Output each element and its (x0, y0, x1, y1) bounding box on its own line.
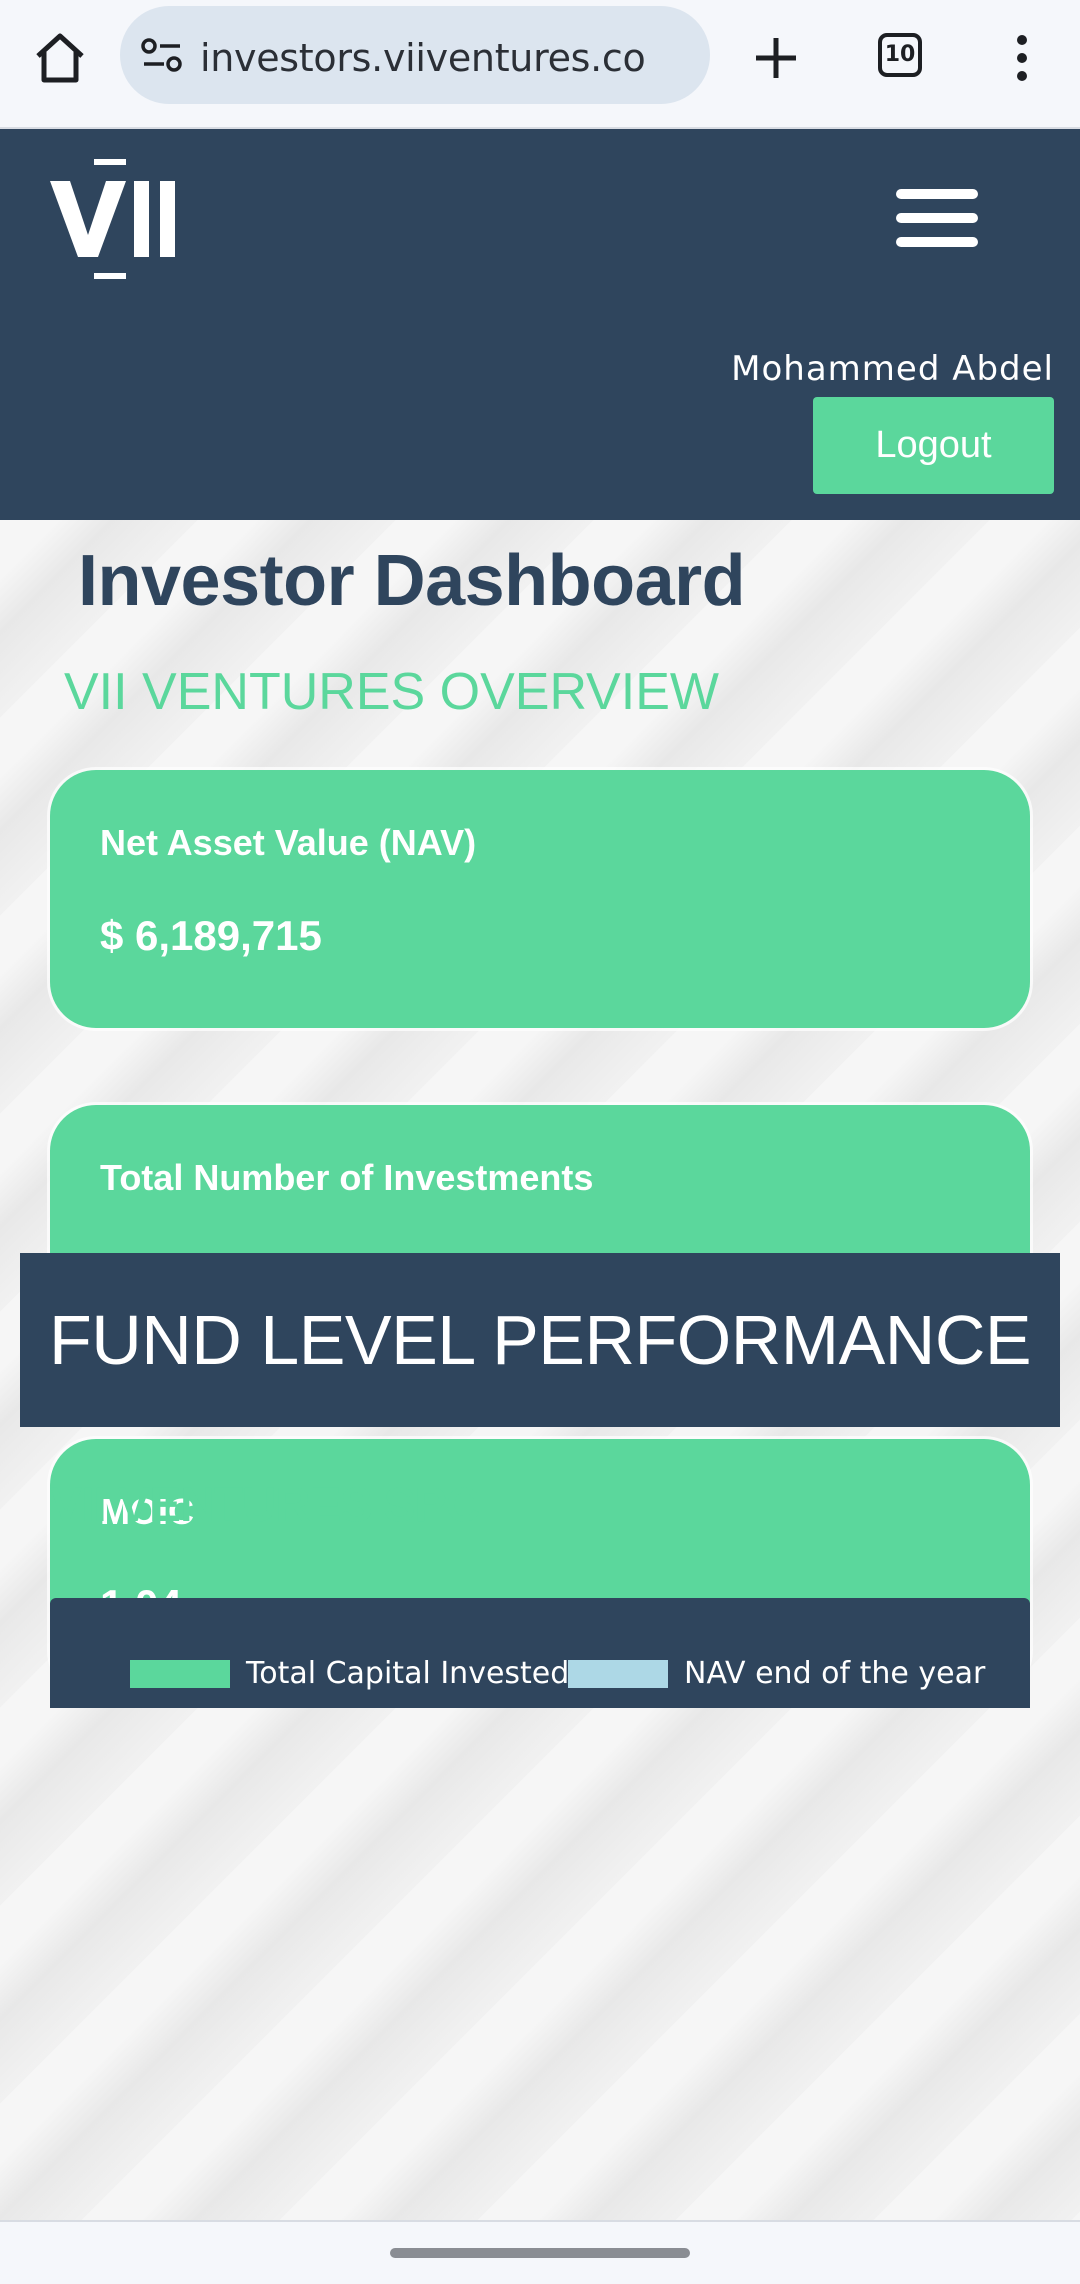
home-icon[interactable] (30, 28, 90, 88)
site-settings-icon[interactable] (140, 36, 184, 76)
logout-button[interactable]: Logout (813, 397, 1054, 494)
legend-item-capital[interactable]: Total Capital Invested (130, 1656, 569, 1691)
tab-switcher-button[interactable]: 10 (878, 33, 922, 77)
overview-title: VII VENTURES OVERVIEW (64, 663, 719, 721)
browser-toolbar: investors.viiventures.co 10 (0, 0, 1080, 129)
user-name: Mohammed Abdel (731, 349, 1054, 389)
legend-swatch (568, 1659, 668, 1688)
legend-label: NAV end of the year (684, 1656, 986, 1691)
legend-label: Total Capital Invested (246, 1656, 570, 1691)
vii-logo[interactable] (48, 157, 188, 287)
spc-title: VII VENTURES SPC (50, 1479, 480, 1532)
new-tab-icon[interactable] (748, 30, 804, 86)
page-title: Investor Dashboard (78, 541, 746, 621)
legend-item-nav[interactable]: NAV end of the year (568, 1656, 985, 1691)
nav-card: Net Asset Value (NAV) $ 6,189,715 (50, 770, 1030, 1028)
fund-chart: Total Capital Invested NAV end of the ye… (50, 1598, 1030, 1708)
gesture-handle[interactable] (390, 2248, 690, 2258)
legend-swatch (130, 1659, 230, 1688)
card-label: Net Asset Value (NAV) (100, 822, 477, 863)
system-nav-bar (0, 2220, 1080, 2284)
card-label: Total Number of Investments (100, 1157, 594, 1198)
address-bar[interactable]: investors.viiventures.co (120, 6, 710, 104)
menu-icon[interactable] (896, 189, 982, 253)
url-text[interactable]: investors.viiventures.co (200, 36, 646, 80)
site-header: Mohammed Abdel Logout (0, 129, 1080, 520)
more-menu-icon[interactable] (1004, 30, 1040, 86)
card-value: $ 6,189,715 (100, 912, 322, 959)
fund-performance-banner: FUND LEVEL PERFORMANCE (20, 1253, 1060, 1427)
